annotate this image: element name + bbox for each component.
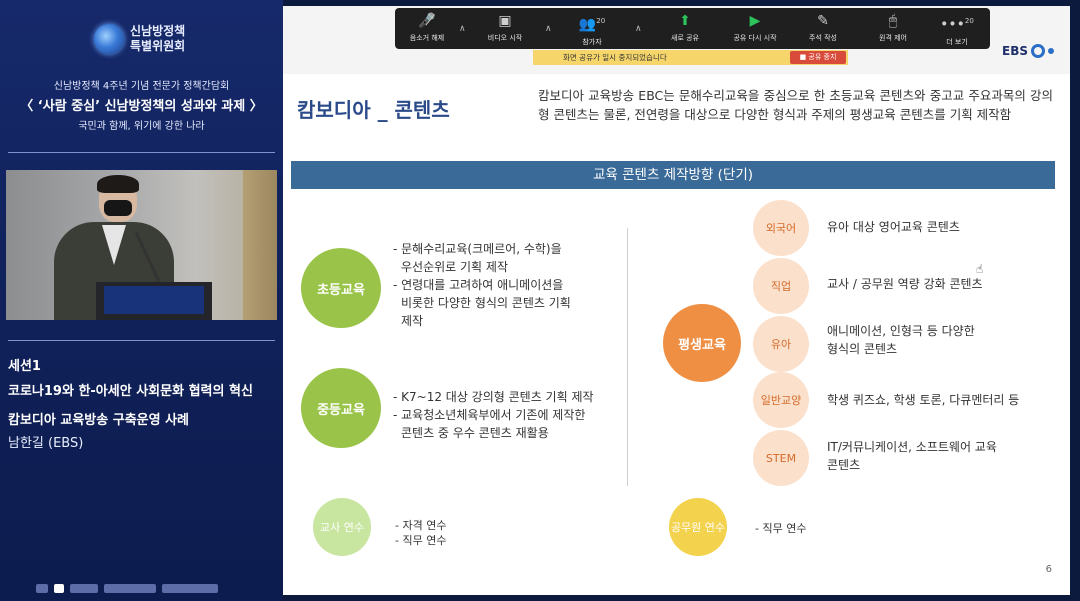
sponsor-logos — [36, 584, 218, 593]
civil-servant-training-circle: 공무원 연수 — [669, 498, 727, 556]
session-label: 세션1 — [8, 359, 41, 374]
event-title: 〈 ‘사람 중심’ 신남방정책의 성과와 과제 〉 — [20, 99, 263, 114]
elementary-desc: - 문해수리교육(크메르어, 수학)을 우선순위로 기획 제작 - 연령대를 고… — [393, 242, 571, 328]
participants-icon: 👥20 — [578, 16, 606, 33]
meeting-toolbar: 🎤̸ 음소거 해제 ∧ ▣ 비디오 시작 ∧ 👥20 참가자 ∧ ⬆ 새로 공유… — [395, 8, 990, 49]
more-dots-icon: •••20 — [940, 16, 974, 33]
page-number: 6 — [1045, 564, 1052, 575]
event-subtitle: 신남방정책 4주년 기념 전문가 정책간담회 — [53, 81, 230, 92]
lifelong-item: 학생 퀴즈쇼, 학생 토론, 다큐멘터리 등 — [827, 393, 1020, 407]
hand-cursor-icon: ☝ — [976, 262, 984, 276]
event-tagline: 국민과 함께, 위기에 강한 나라 — [78, 121, 205, 132]
chevron-up-icon[interactable]: ∧ — [635, 24, 642, 34]
mouse-icon: 🖱 — [888, 13, 898, 29]
annotate-button[interactable]: ✎ 주석 작성 — [791, 12, 855, 43]
session-title: 코로나19와 한-아세안 사회문화 협력의 혁신 — [8, 384, 253, 399]
pencil-icon: ✎ — [817, 13, 829, 29]
resume-share-button[interactable]: ▶ 공유 다시 시작 — [723, 12, 787, 43]
divider — [8, 152, 275, 153]
tag-stem: STEM — [753, 430, 809, 486]
divider — [8, 340, 275, 341]
play-icon: ▶ — [749, 13, 761, 29]
org-name-line1: 신남방정책 — [130, 24, 186, 38]
civil-servant-training-desc: - 직무 연수 — [755, 522, 807, 535]
slide-intro: 캄보디아 교육방송 EBC는 문해수리교육을 중심으로 한 초등교육 콘텐츠와 … — [538, 88, 1053, 122]
org-emblem-icon — [94, 24, 124, 54]
lifelong-item: 유아 대상 영어교육 콘텐츠 — [827, 220, 960, 234]
speaker-name: 남한길 (EBS) — [8, 436, 84, 451]
new-share-button[interactable]: ⬆ 새로 공유 — [653, 12, 717, 43]
share-screen-icon: ⬆ — [679, 13, 691, 29]
ebs-logo: EBS — [1002, 44, 1054, 58]
unmute-button[interactable]: 🎤̸ 음소거 해제 — [395, 12, 459, 43]
teacher-training-circle: 교사 연수 — [313, 498, 371, 556]
direction-header: 교육 콘텐츠 제작방향 (단기) — [291, 161, 1055, 189]
stop-share-button[interactable]: ■ 공유 중지 — [790, 51, 846, 64]
org-name-line2: 특별위원회 — [130, 39, 186, 53]
event-info-panel: 신남방정책 특별위원회 신남방정책 4주년 기념 전문가 정책간담회 〈 ‘사람… — [0, 0, 283, 601]
lifelong-item: IT/커뮤니케이션, 소프트웨어 교육 콘텐츠 — [827, 440, 997, 472]
org-logo: 신남방정책 특별위원회 — [94, 24, 185, 54]
slide-title: 캄보디아 _ 콘텐츠 — [297, 98, 450, 122]
lifelong-item: 교사 / 공무원 역량 강화 콘텐츠 — [827, 277, 983, 291]
remote-control-button[interactable]: 🖱 원격 제어 — [861, 12, 925, 43]
start-video-button[interactable]: ▣ 비디오 시작 — [473, 12, 537, 43]
ebs-logo-icon — [1031, 44, 1045, 58]
video-off-icon: ▣ — [498, 13, 512, 29]
session-info: 세션1 코로나19와 한-아세안 사회문화 협력의 혁신 캄보디아 교육방송 구… — [8, 355, 253, 451]
secondary-circle: 중등교육 — [301, 368, 381, 448]
more-count: 20 — [964, 17, 974, 25]
tag-early-childhood: 유아 — [753, 316, 809, 372]
speaker-video — [6, 170, 277, 320]
teacher-training-desc: - 자격 연수 - 직무 연수 — [395, 519, 447, 547]
tag-foreign-language: 외국어 — [753, 200, 809, 256]
column-divider — [627, 228, 628, 486]
elementary-circle: 초등교육 — [301, 248, 381, 328]
more-button[interactable]: •••20 더 보기 — [925, 12, 989, 47]
tag-vocational: 직업 — [753, 258, 809, 314]
talk-title: 캄보디아 교육방송 구축운영 사례 — [8, 413, 190, 428]
chevron-up-icon[interactable]: ∧ — [545, 24, 552, 34]
lifelong-circle: 평생교육 — [663, 304, 741, 382]
tag-general-culture: 일반교양 — [753, 372, 809, 428]
chevron-up-icon[interactable]: ∧ — [459, 24, 466, 34]
participants-count: 20 — [596, 17, 606, 25]
participants-button[interactable]: 👥20 참가자 — [560, 12, 624, 47]
lifelong-item: 애니메이션, 인형극 등 다양한 형식의 콘텐츠 — [827, 324, 975, 356]
muted-mic-icon: 🎤̸ — [418, 13, 436, 29]
shared-slide: EBS 캄보디아 _ 콘텐츠 캄보디아 교육방송 EBC는 문해수리교육을 중심… — [283, 6, 1070, 595]
secondary-desc: - K7~12 대상 강의형 콘텐츠 기획 제작 - 교육청소년체육부에서 기존… — [393, 390, 594, 440]
